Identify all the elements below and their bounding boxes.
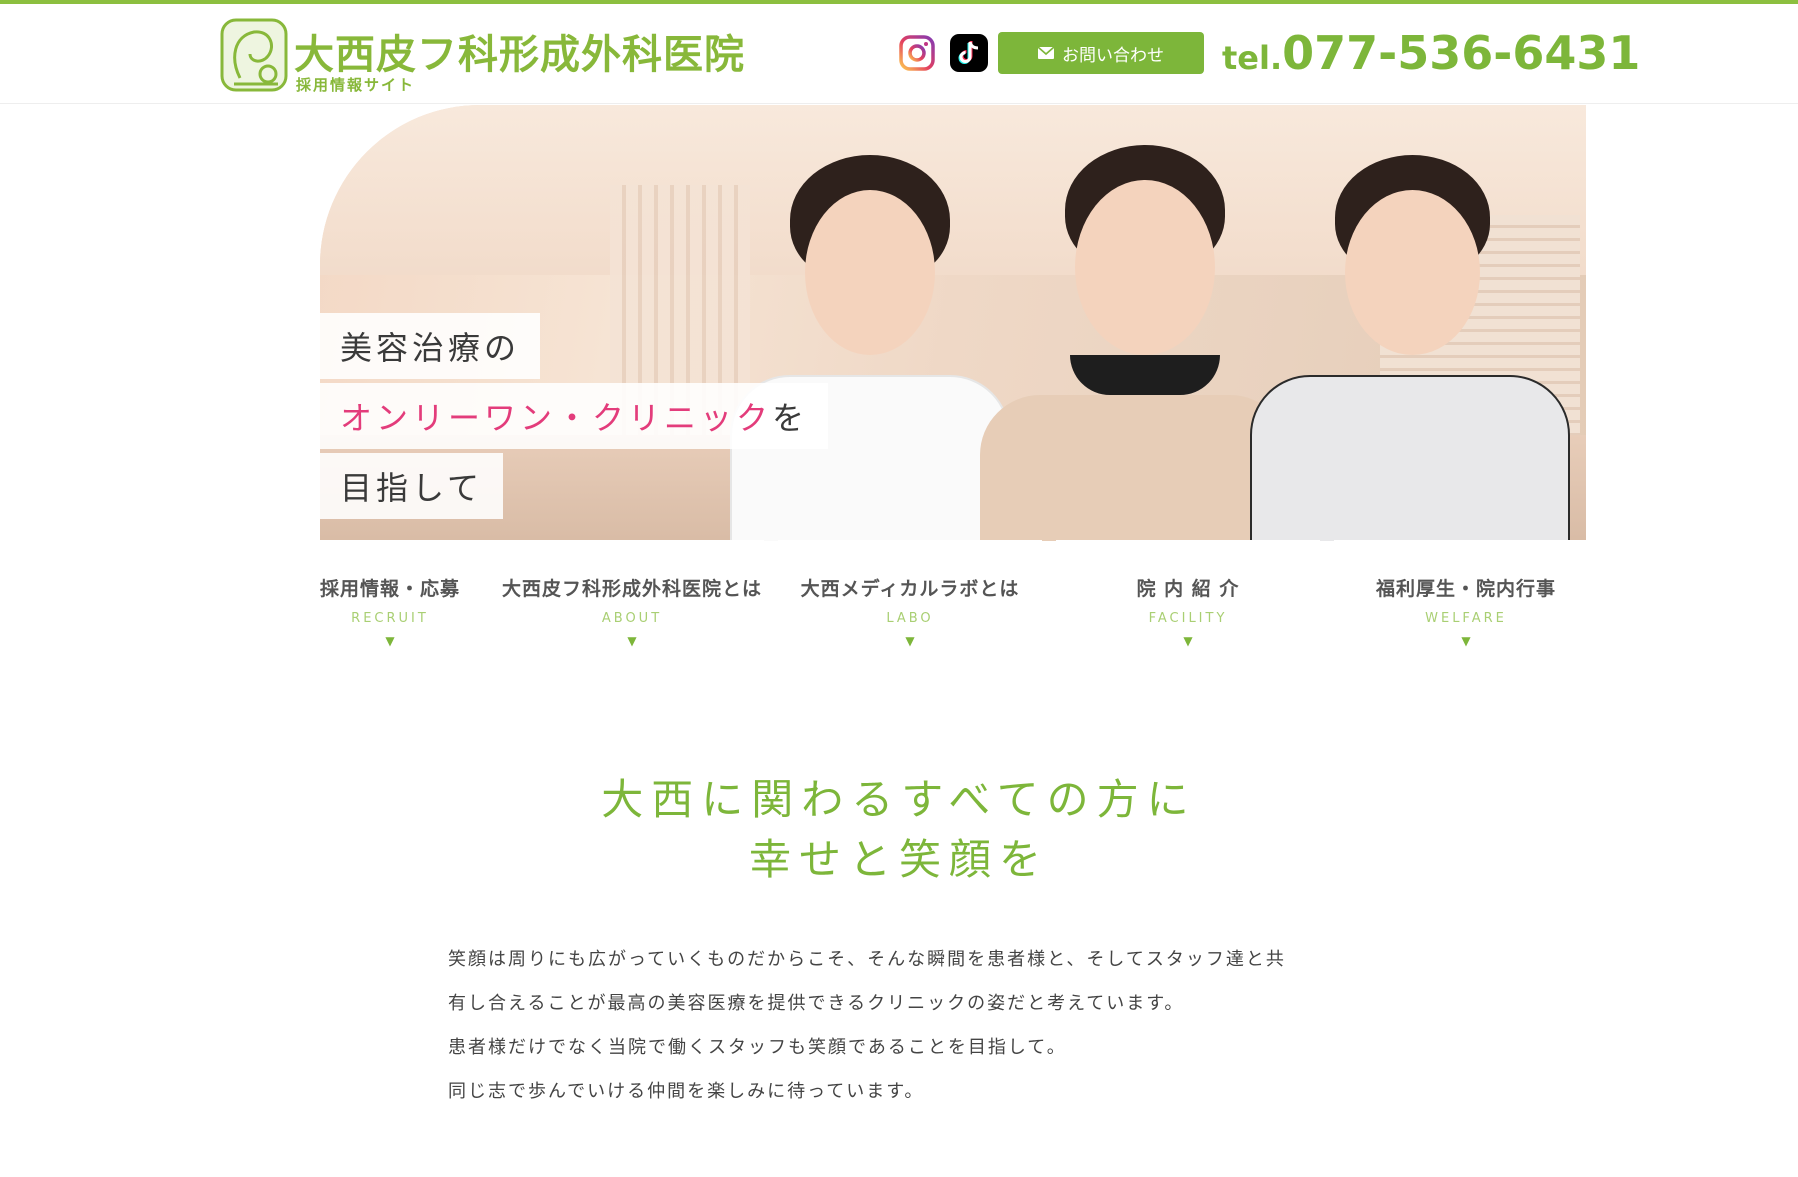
nav-item-label: 院 内 紹 介 [1136,578,1240,600]
main-navigation: 採用情報・応募 RECRUIT ▼ 大西皮フ科形成外科医院とは ABOUT ▼ … [258,540,1598,652]
lead-line-2: 幸せと笑顔を [748,835,1049,884]
triangle-down-icon: ▼ [1183,634,1193,648]
staff-photo-right [1240,145,1570,541]
logo-mark-icon [220,18,288,92]
hero-copy-highlight: オンリーワン・クリニック [340,399,773,437]
tiktok-note-icon [958,41,979,64]
nav-item-label: 大西メディカルラボとは [800,578,1020,600]
triangle-down-icon: ▼ [1461,634,1471,648]
mail-icon [1038,47,1054,59]
nav-item-label: 採用情報・応募 [319,578,460,600]
nav-item-en: WELFARE [1425,611,1507,626]
tiktok-icon[interactable] [950,34,988,72]
nav-item-facility[interactable]: 院 内 紹 介 FACILITY ▼ [1056,540,1320,652]
scarf [1070,355,1220,395]
triangle-down-icon: ▼ [627,634,637,648]
tel-prefix: tel. [1222,39,1283,77]
nav-item-welfare[interactable]: 福利厚生・院内行事 WELFARE ▼ [1334,540,1598,652]
hero-copy-line-1: 美容治療の [320,313,541,379]
hero-copy-tail: を [772,399,809,437]
contact-button[interactable]: お問い合わせ [998,32,1204,74]
instagram-icon[interactable] [898,34,936,72]
nav-item-about[interactable]: 大西皮フ科形成外科医院とは ABOUT ▼ [500,540,764,652]
triangle-down-icon: ▼ [905,634,915,648]
nav-item-recruit[interactable]: 採用情報・応募 RECRUIT ▼ [258,540,522,652]
hero-copy-line-2: オンリーワン・クリニックを [320,383,829,449]
nav-item-en: LABO [886,611,934,626]
hero-banner: 美容治療の オンリーワン・クリニックを 目指して [320,105,1586,541]
nav-item-en: RECRUIT [351,611,429,626]
nav-item-label: 大西皮フ科形成外科医院とは [501,578,762,600]
tel-number: 077-536-6431 [1282,26,1641,80]
site-header: 大西皮フ科形成外科医院 採用情報サイト お問い合わせ tel.077-536-6… [0,4,1798,104]
contact-button-label: お問い合わせ [1062,45,1164,66]
nav-item-label: 福利厚生・院内行事 [1375,578,1556,600]
nav-item-en: FACILITY [1148,611,1228,626]
phone-number[interactable]: tel.077-536-6431 [1222,26,1640,80]
triangle-down-icon: ▼ [385,634,395,648]
hero-copy-line-3: 目指して [320,453,504,519]
intro-paragraph-line: 笑顔は周りにも広がっていくものだからこそ、そんな瞬間を患者様と、そしてスタッフ達… [448,949,1286,970]
site-logo[interactable]: 大西皮フ科形成外科医院 採用情報サイト [220,18,744,96]
logo-title: 大西皮フ科形成外科医院 [294,32,745,78]
nav-item-labo[interactable]: 大西メディカルラボとは LABO ▼ [778,540,1042,652]
tiktok-icon-box [950,34,988,72]
intro-paragraph-line: 同じ志で歩んでいける仲間を楽しみに待っています。 [448,1081,925,1102]
nav-item-en: ABOUT [601,611,663,626]
intro-text: 笑顔は周りにも広がっていくものだからこそ、そんな瞬間を患者様と、そしてスタッフ達… [448,938,1368,1114]
intro-paragraph-line: 患者様だけでなく当院で働くスタッフも笑顔であることを目指して。 [448,1037,1067,1058]
lead-heading: 大西に関わるすべての方に 幸せと笑顔を [0,770,1798,890]
intro-paragraph-line: 有し合えることが最高の美容医療を提供できるクリニックの姿だと考えています。 [448,993,1185,1014]
lead-line-1: 大西に関わるすべての方に [601,775,1197,824]
logo-subtitle: 採用情報サイト [296,76,416,94]
